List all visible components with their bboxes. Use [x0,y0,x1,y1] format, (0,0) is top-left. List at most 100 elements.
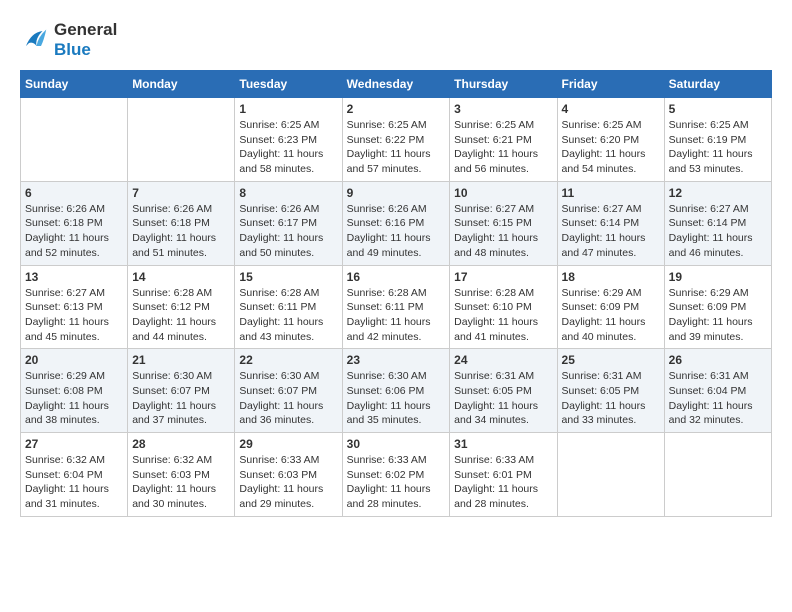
day-info: Sunrise: 6:29 AM Sunset: 6:09 PM Dayligh… [669,286,767,345]
calendar-cell: 20 Sunrise: 6:29 AM Sunset: 6:08 PM Dayli… [21,349,128,433]
weekday-header-friday: Friday [557,71,664,98]
day-info: Sunrise: 6:32 AM Sunset: 6:04 PM Dayligh… [25,453,123,512]
day-number: 14 [132,270,230,284]
day-info: Sunrise: 6:29 AM Sunset: 6:08 PM Dayligh… [25,369,123,428]
calendar-week-row: 20 Sunrise: 6:29 AM Sunset: 6:08 PM Dayli… [21,349,772,433]
calendar-cell: 21 Sunrise: 6:30 AM Sunset: 6:07 PM Dayli… [128,349,235,433]
day-number: 15 [239,270,337,284]
day-info: Sunrise: 6:28 AM Sunset: 6:10 PM Dayligh… [454,286,552,345]
logo-text: General Blue [54,20,117,60]
calendar-cell: 23 Sunrise: 6:30 AM Sunset: 6:06 PM Dayli… [342,349,450,433]
day-info: Sunrise: 6:25 AM Sunset: 6:20 PM Dayligh… [562,118,660,177]
day-number: 31 [454,437,552,451]
day-info: Sunrise: 6:26 AM Sunset: 6:16 PM Dayligh… [347,202,446,261]
calendar-cell: 11 Sunrise: 6:27 AM Sunset: 6:14 PM Dayli… [557,181,664,265]
calendar-cell: 19 Sunrise: 6:29 AM Sunset: 6:09 PM Dayli… [664,265,771,349]
day-number: 1 [239,102,337,116]
day-info: Sunrise: 6:33 AM Sunset: 6:02 PM Dayligh… [347,453,446,512]
calendar-header-row: SundayMondayTuesdayWednesdayThursdayFrid… [21,71,772,98]
calendar-cell: 27 Sunrise: 6:32 AM Sunset: 6:04 PM Dayli… [21,433,128,517]
day-number: 22 [239,353,337,367]
calendar-table: SundayMondayTuesdayWednesdayThursdayFrid… [20,70,772,517]
day-info: Sunrise: 6:26 AM Sunset: 6:18 PM Dayligh… [132,202,230,261]
day-info: Sunrise: 6:25 AM Sunset: 6:21 PM Dayligh… [454,118,552,177]
day-info: Sunrise: 6:27 AM Sunset: 6:14 PM Dayligh… [669,202,767,261]
calendar-cell: 22 Sunrise: 6:30 AM Sunset: 6:07 PM Dayli… [235,349,342,433]
calendar-cell: 15 Sunrise: 6:28 AM Sunset: 6:11 PM Dayli… [235,265,342,349]
calendar-cell: 30 Sunrise: 6:33 AM Sunset: 6:02 PM Dayli… [342,433,450,517]
day-info: Sunrise: 6:25 AM Sunset: 6:22 PM Dayligh… [347,118,446,177]
day-number: 26 [669,353,767,367]
day-number: 17 [454,270,552,284]
day-number: 25 [562,353,660,367]
day-info: Sunrise: 6:32 AM Sunset: 6:03 PM Dayligh… [132,453,230,512]
day-number: 3 [454,102,552,116]
day-number: 7 [132,186,230,200]
calendar-body: 1Sunrise: 6:25 AM Sunset: 6:23 PM Daylig… [21,98,772,517]
day-number: 18 [562,270,660,284]
day-number: 16 [347,270,446,284]
day-info: Sunrise: 6:31 AM Sunset: 6:05 PM Dayligh… [454,369,552,428]
day-number: 6 [25,186,123,200]
calendar-cell [664,433,771,517]
calendar-cell [557,433,664,517]
day-number: 21 [132,353,230,367]
day-number: 5 [669,102,767,116]
day-info: Sunrise: 6:30 AM Sunset: 6:06 PM Dayligh… [347,369,446,428]
day-number: 10 [454,186,552,200]
calendar-cell: 25 Sunrise: 6:31 AM Sunset: 6:05 PM Dayli… [557,349,664,433]
day-info: Sunrise: 6:27 AM Sunset: 6:14 PM Dayligh… [562,202,660,261]
calendar-cell: 8Sunrise: 6:26 AM Sunset: 6:17 PM Daylig… [235,181,342,265]
day-info: Sunrise: 6:27 AM Sunset: 6:15 PM Dayligh… [454,202,552,261]
calendar-cell: 7 Sunrise: 6:26 AM Sunset: 6:18 PM Daylig… [128,181,235,265]
day-number: 13 [25,270,123,284]
day-number: 27 [25,437,123,451]
calendar-cell: 6 Sunrise: 6:26 AM Sunset: 6:18 PM Daylig… [21,181,128,265]
day-info: Sunrise: 6:30 AM Sunset: 6:07 PM Dayligh… [132,369,230,428]
calendar-cell: 13 Sunrise: 6:27 AM Sunset: 6:13 PM Dayli… [21,265,128,349]
calendar-cell: 10 Sunrise: 6:27 AM Sunset: 6:15 PM Dayli… [450,181,557,265]
day-number: 28 [132,437,230,451]
calendar-cell: 28 Sunrise: 6:32 AM Sunset: 6:03 PM Dayli… [128,433,235,517]
page-header: General Blue [20,20,772,60]
calendar-week-row: 6 Sunrise: 6:26 AM Sunset: 6:18 PM Daylig… [21,181,772,265]
weekday-header-tuesday: Tuesday [235,71,342,98]
day-number: 9 [347,186,446,200]
calendar-cell: 9 Sunrise: 6:26 AM Sunset: 6:16 PM Daylig… [342,181,450,265]
logo: General Blue [20,20,117,60]
day-info: Sunrise: 6:26 AM Sunset: 6:18 PM Dayligh… [25,202,123,261]
day-number: 20 [25,353,123,367]
day-number: 19 [669,270,767,284]
calendar-cell: 17 Sunrise: 6:28 AM Sunset: 6:10 PM Dayli… [450,265,557,349]
day-info: Sunrise: 6:30 AM Sunset: 6:07 PM Dayligh… [239,369,337,428]
calendar-week-row: 27 Sunrise: 6:32 AM Sunset: 6:04 PM Dayli… [21,433,772,517]
calendar-cell: 24 Sunrise: 6:31 AM Sunset: 6:05 PM Dayli… [450,349,557,433]
day-number: 23 [347,353,446,367]
day-info: Sunrise: 6:28 AM Sunset: 6:11 PM Dayligh… [347,286,446,345]
calendar-cell: 2 Sunrise: 6:25 AM Sunset: 6:22 PM Daylig… [342,98,450,182]
day-info: Sunrise: 6:27 AM Sunset: 6:13 PM Dayligh… [25,286,123,345]
day-info: Sunrise: 6:33 AM Sunset: 6:03 PM Dayligh… [239,453,337,512]
day-info: Sunrise: 6:29 AM Sunset: 6:09 PM Dayligh… [562,286,660,345]
day-number: 4 [562,102,660,116]
calendar-cell: 12 Sunrise: 6:27 AM Sunset: 6:14 PM Dayli… [664,181,771,265]
day-number: 11 [562,186,660,200]
day-number: 8 [239,186,337,200]
calendar-week-row: 1Sunrise: 6:25 AM Sunset: 6:23 PM Daylig… [21,98,772,182]
day-number: 2 [347,102,446,116]
calendar-cell: 31Sunrise: 6:33 AM Sunset: 6:01 PM Dayli… [450,433,557,517]
day-number: 29 [239,437,337,451]
day-number: 30 [347,437,446,451]
day-number: 24 [454,353,552,367]
calendar-week-row: 13 Sunrise: 6:27 AM Sunset: 6:13 PM Dayli… [21,265,772,349]
day-number: 12 [669,186,767,200]
calendar-cell: 5Sunrise: 6:25 AM Sunset: 6:19 PM Daylig… [664,98,771,182]
weekday-header-wednesday: Wednesday [342,71,450,98]
day-info: Sunrise: 6:28 AM Sunset: 6:11 PM Dayligh… [239,286,337,345]
calendar-cell: 26 Sunrise: 6:31 AM Sunset: 6:04 PM Dayli… [664,349,771,433]
day-info: Sunrise: 6:31 AM Sunset: 6:05 PM Dayligh… [562,369,660,428]
calendar-cell: 18 Sunrise: 6:29 AM Sunset: 6:09 PM Dayli… [557,265,664,349]
weekday-header-monday: Monday [128,71,235,98]
day-info: Sunrise: 6:31 AM Sunset: 6:04 PM Dayligh… [669,369,767,428]
logo-bird-icon [20,25,50,55]
